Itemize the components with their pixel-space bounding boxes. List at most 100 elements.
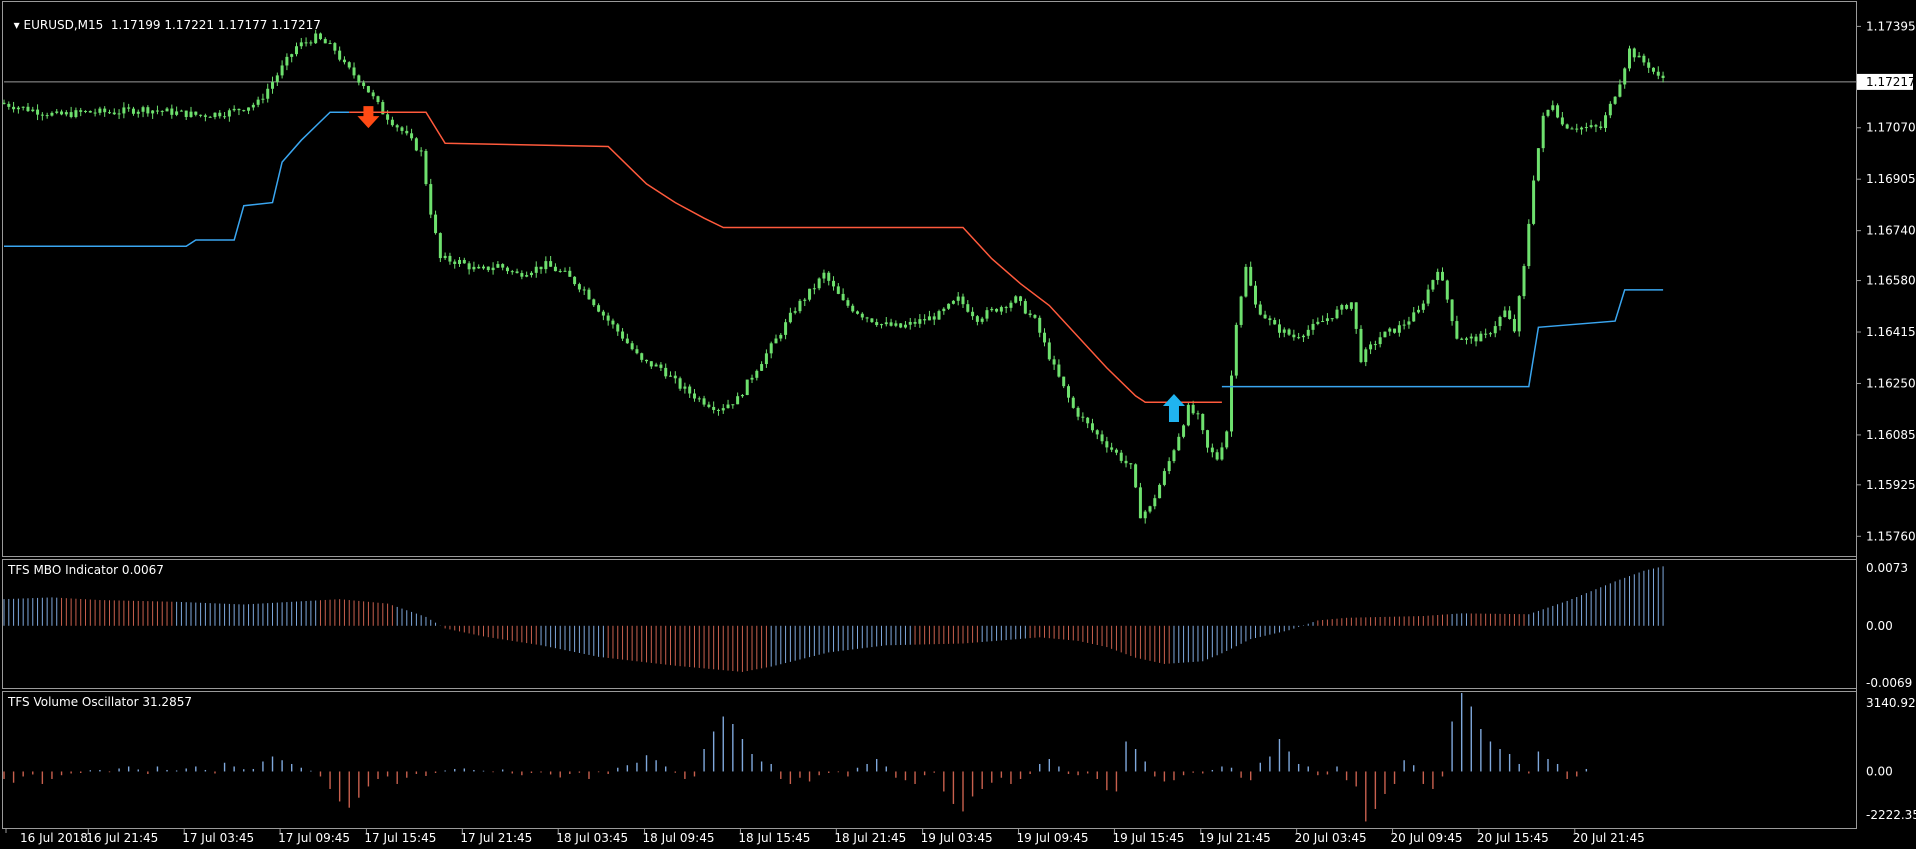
candle-body xyxy=(745,379,749,396)
candle-body xyxy=(1263,314,1267,319)
candle-body xyxy=(851,305,855,312)
time-tick-label: 20 Jul 09:45 xyxy=(1391,831,1463,845)
candle-body xyxy=(395,125,399,128)
candle-body xyxy=(424,150,428,185)
candle-body xyxy=(505,267,509,272)
candle-body xyxy=(1043,332,1047,343)
candle-body xyxy=(980,318,984,322)
candle-body xyxy=(1234,324,1238,376)
candle-body xyxy=(1546,109,1550,116)
candle-body xyxy=(947,303,951,309)
candle-body xyxy=(1258,304,1262,315)
candle-body xyxy=(208,116,212,118)
candle-body xyxy=(400,127,404,131)
candle-body xyxy=(870,318,874,323)
buy-arrow-icon xyxy=(1162,393,1185,422)
mbo-tick-label: -0.0069 xyxy=(1866,676,1912,690)
candle-body xyxy=(539,266,543,270)
buy-stop-line xyxy=(4,111,350,248)
candle-body xyxy=(692,393,696,399)
mbo-histogram-layer xyxy=(3,566,1664,672)
sell-arrow-icon xyxy=(357,106,380,129)
candle-body xyxy=(352,67,356,76)
candle-body xyxy=(1484,333,1488,335)
candle-body xyxy=(1301,335,1305,338)
candle-body xyxy=(1172,450,1176,462)
candle-body xyxy=(1220,447,1224,460)
candle-body xyxy=(45,115,49,117)
candle-body xyxy=(645,359,649,362)
candle-body xyxy=(1143,511,1147,519)
candle-body xyxy=(975,316,979,322)
candle-body xyxy=(136,111,140,114)
candle-body xyxy=(635,349,639,354)
candle-body xyxy=(1455,321,1459,339)
candle-body xyxy=(1052,359,1056,365)
candle-body xyxy=(1450,299,1454,322)
candle-body xyxy=(1441,271,1444,281)
candle-body xyxy=(314,33,318,44)
candle-body xyxy=(194,111,198,115)
candle-body xyxy=(1253,285,1257,305)
candle-body xyxy=(290,54,294,57)
candle-body xyxy=(170,108,174,115)
dropdown-triangle-icon[interactable]: ▾ xyxy=(14,18,20,32)
candle-body xyxy=(175,111,179,115)
candle-body xyxy=(1191,404,1195,414)
symbol-header[interactable]: ▾ EURUSD,M15 1.17199 1.17221 1.17177 1.1… xyxy=(6,4,321,32)
candle-body xyxy=(1647,62,1651,68)
candle-body xyxy=(496,264,500,268)
candle-body xyxy=(1570,128,1574,130)
candle-body xyxy=(318,33,322,40)
time-tick-label: 16 Jul 21:45 xyxy=(86,831,158,845)
candle-body xyxy=(951,300,955,304)
candle-body xyxy=(774,338,778,344)
candle-body xyxy=(7,103,11,107)
candle-body xyxy=(1503,310,1507,317)
candle-body xyxy=(1086,417,1090,424)
candle-body xyxy=(515,271,519,274)
price-tick-label: 1.16905 xyxy=(1866,172,1916,186)
candle-body xyxy=(247,107,251,111)
candle-body xyxy=(472,266,476,270)
time-tick-label: 18 Jul 15:45 xyxy=(738,831,810,845)
sell-stop-line xyxy=(349,111,1222,403)
candle-body xyxy=(40,114,44,116)
candle-body xyxy=(36,109,40,115)
candle-body xyxy=(1436,271,1440,281)
candle-body xyxy=(64,112,68,115)
candle-body xyxy=(832,280,836,287)
candle-body xyxy=(1584,127,1588,129)
candle-body xyxy=(299,42,303,47)
candle-body xyxy=(1249,266,1253,286)
candle-body xyxy=(1498,316,1502,327)
candle-body xyxy=(79,110,83,112)
candle-body xyxy=(1608,103,1612,116)
candle-body xyxy=(107,112,111,114)
candle-body xyxy=(1613,96,1617,104)
candle-body xyxy=(131,108,135,114)
candle-body xyxy=(755,370,759,378)
mbo-tick-label: 0.00 xyxy=(1866,619,1893,633)
candle-body xyxy=(927,316,931,321)
candle-body xyxy=(491,267,495,271)
volume-oscillator-title: TFS Volume Oscillator 31.2857 xyxy=(8,695,192,709)
candle-body xyxy=(630,343,634,350)
mbo-tick-label: 0.0073 xyxy=(1866,561,1908,575)
candle-body xyxy=(1460,338,1464,340)
candle-body xyxy=(621,331,625,339)
candle-body xyxy=(376,96,380,103)
candle-body xyxy=(1014,296,1018,303)
candle-body xyxy=(1589,125,1593,128)
candle-body xyxy=(1095,430,1099,435)
candle-body xyxy=(151,110,155,114)
candle-body xyxy=(913,321,917,324)
candle-body xyxy=(1066,386,1070,398)
candle-body xyxy=(266,88,270,99)
candle-body xyxy=(199,114,203,116)
time-tick-label: 20 Jul 03:45 xyxy=(1295,831,1367,845)
candle-body xyxy=(271,82,275,89)
candle-body xyxy=(731,404,735,406)
candle-body xyxy=(12,106,16,110)
time-tick-label: 18 Jul 09:45 xyxy=(643,831,715,845)
